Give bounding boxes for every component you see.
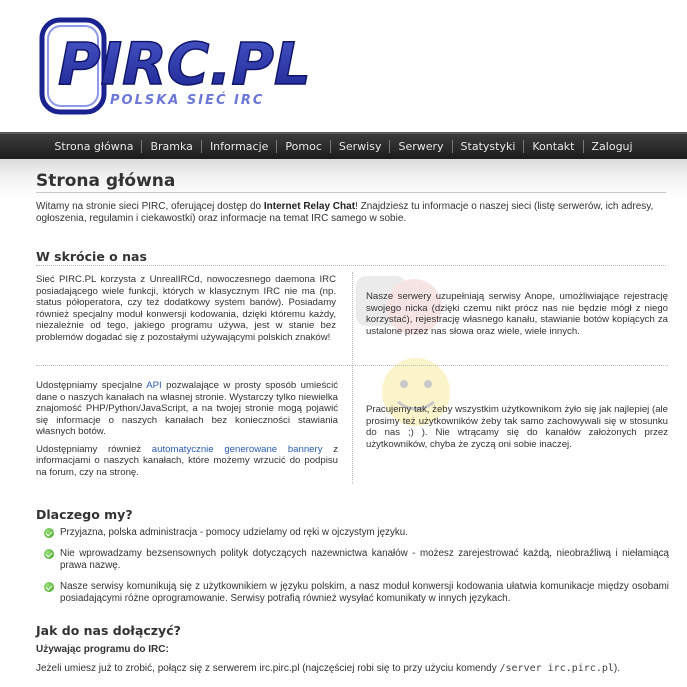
- nav-item-home[interactable]: Strona główna: [46, 140, 141, 153]
- check-bullet-icon: [44, 582, 54, 592]
- join-heading: Jak do nas dołączyć?: [36, 623, 181, 638]
- api-link[interactable]: API: [146, 380, 161, 391]
- list-item: Nasze serwisy komunikują się z użytkowni…: [44, 581, 669, 605]
- why-list: Przyjazna, polska administracja - pomocy…: [44, 527, 669, 614]
- nav-item-stats[interactable]: Statystyki: [453, 140, 524, 153]
- overview-heading: W skrócie o nas: [36, 249, 147, 264]
- list-item-text: Nasze serwisy komunikują się z użytkowni…: [60, 581, 669, 604]
- join-text-pre: Jeżeli umiesz już to zrobić, połącz się …: [36, 663, 500, 674]
- banners-link[interactable]: automatycznie generowane bannery: [152, 444, 323, 455]
- divider: [36, 192, 666, 193]
- check-bullet-icon: [44, 528, 54, 538]
- join-text-post: ).: [613, 663, 620, 674]
- page-title: Strona główna: [36, 171, 176, 191]
- divider: [36, 265, 666, 266]
- list-item: Nie wprowadzamy bezsensownych polityk do…: [44, 548, 669, 572]
- logo-text: PIRC.PL: [58, 30, 311, 98]
- row-divider: [36, 365, 668, 366]
- overview-cell-unreal: Sieć PIRC.PL korzysta z UnrealIRCd, nowo…: [36, 274, 336, 343]
- main-nav: Strona główna Bramka Informacje Pomoc Se…: [0, 132, 687, 159]
- main-content: Strona główna Witamy na stronie sieci PI…: [0, 159, 687, 687]
- list-item: Przyjazna, polska administracja - pomocy…: [44, 527, 669, 539]
- join-subheading: Używając programu do IRC:: [36, 644, 169, 655]
- intro-text: Witamy na stronie sieci PIRC, oferującej…: [36, 201, 669, 225]
- server-command: /server irc.pirc.pl: [499, 663, 614, 674]
- column-divider: [352, 272, 353, 484]
- api-text-pre: Udostępniamy specjalne: [36, 380, 147, 391]
- list-item-text: Nie wprowadzamy bezsensownych polityk do…: [60, 548, 669, 571]
- banners-text-pre: Udostępniamy również: [36, 443, 152, 455]
- overview-grid: Sieć PIRC.PL korzysta z UnrealIRCd, nowo…: [36, 272, 668, 484]
- api-paragraph: Udostępniamy specjalne API pozwalające w…: [36, 380, 338, 438]
- nav-item-services[interactable]: Serwisy: [331, 140, 390, 153]
- banners-paragraph: Udostępniamy również automatycznie gener…: [36, 444, 338, 479]
- intro-pre: Witamy na stronie sieci PIRC, oferującej…: [36, 201, 264, 212]
- nav-item-gateway[interactable]: Bramka: [142, 140, 200, 153]
- join-paragraph: Jeżeli umiesz już to zrobić, połącz się …: [36, 663, 669, 675]
- nav-item-help[interactable]: Pomoc: [277, 140, 329, 153]
- overview-cell-users: Pracujemy tak, żeby wszystkim użytkownik…: [366, 404, 668, 450]
- list-item-text: Przyjazna, polska administracja - pomocy…: [60, 527, 408, 538]
- overview-cell-anope: Nasze serwery uzupełniają serwisy Anope,…: [366, 291, 668, 337]
- intro-bold: Internet Relay Chat: [263, 201, 356, 212]
- pirc-logo[interactable]: PIRC.PL POLSKA SIEĆ IRC: [38, 14, 318, 124]
- header: PIRC.PL POLSKA SIEĆ IRC: [0, 0, 687, 132]
- nav-item-info[interactable]: Informacje: [202, 140, 276, 153]
- nav-item-servers[interactable]: Serwery: [390, 140, 451, 153]
- check-bullet-icon: [44, 549, 54, 559]
- nav-item-login[interactable]: Zaloguj: [584, 140, 641, 153]
- nav-item-contact[interactable]: Kontakt: [524, 140, 582, 153]
- why-heading: Dlaczego my?: [36, 507, 133, 522]
- logo-tagline: POLSKA SIEĆ IRC: [110, 92, 264, 108]
- overview-cell-api: Udostępniamy specjalne API pozwalające w…: [36, 380, 338, 478]
